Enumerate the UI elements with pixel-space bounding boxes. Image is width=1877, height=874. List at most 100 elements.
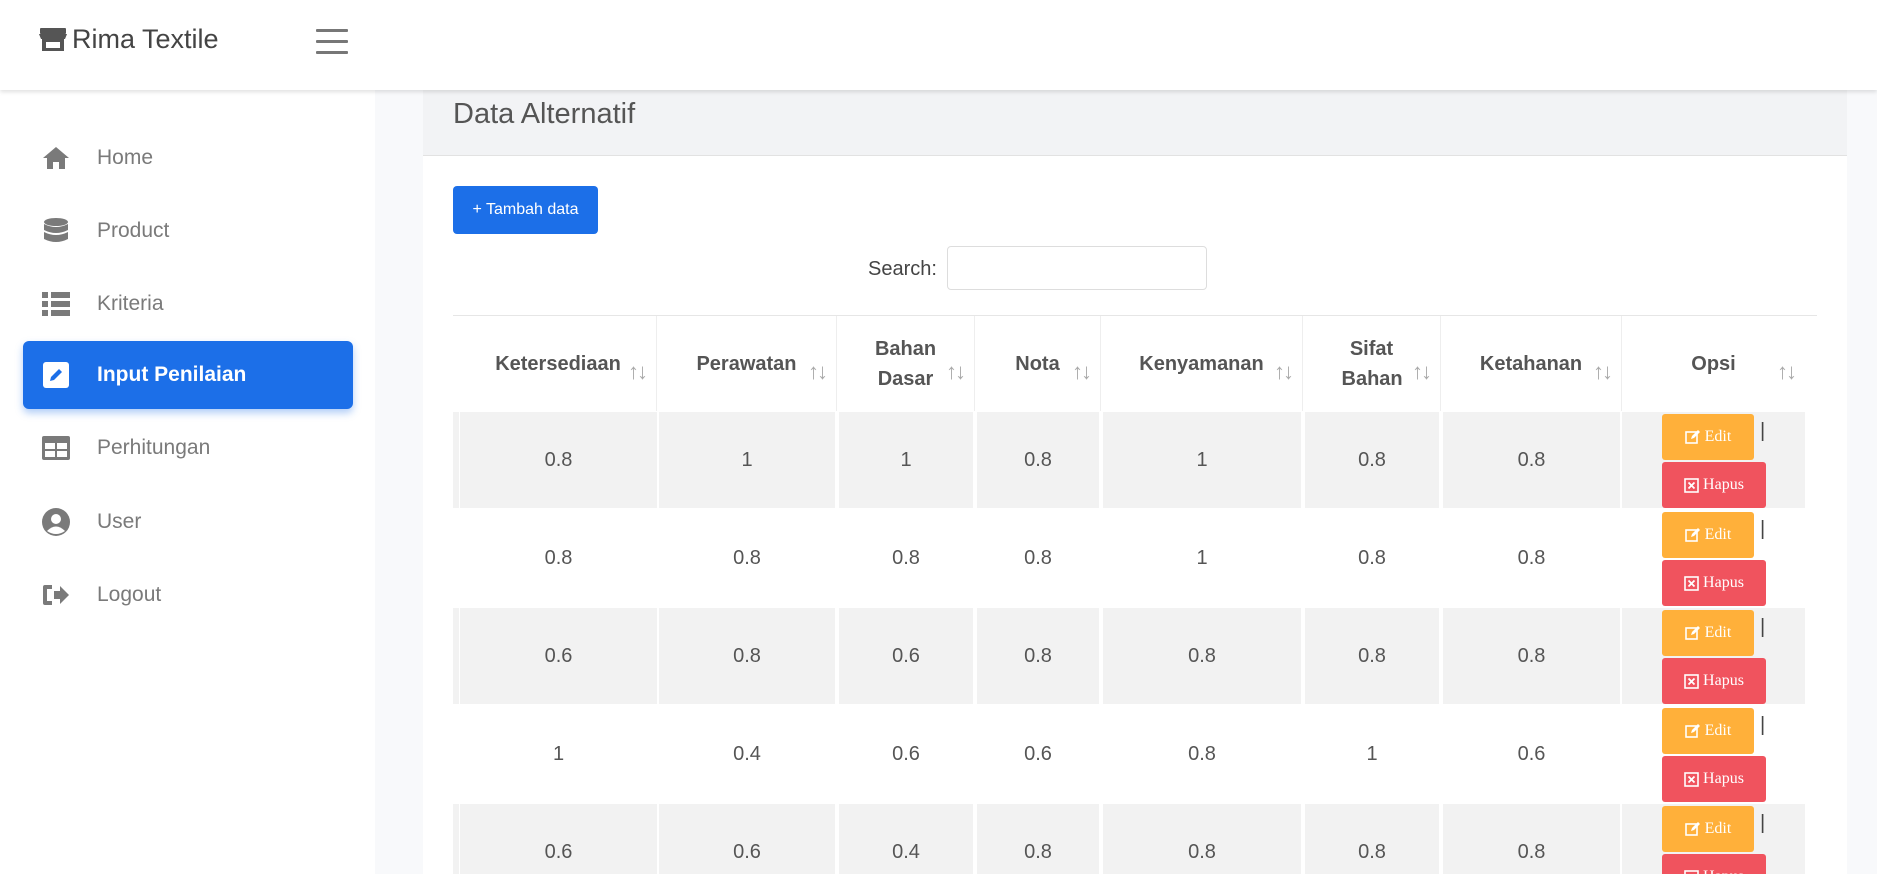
hapus-label: Hapus bbox=[1703, 476, 1744, 493]
edit-icon bbox=[1684, 724, 1700, 738]
separator: | bbox=[1760, 714, 1766, 736]
opsi-cell: Edit | Hapus bbox=[1622, 412, 1805, 508]
sidebar-item-label: Input Penilaian bbox=[97, 363, 247, 386]
edit-button[interactable]: Edit bbox=[1662, 414, 1754, 460]
table-cell: 0.8 bbox=[1305, 412, 1439, 508]
close-square-icon bbox=[1684, 869, 1699, 874]
column-header-ketahanan[interactable]: Ketahanan ↑↓ bbox=[1441, 316, 1622, 411]
hapus-label: Hapus bbox=[1703, 770, 1744, 787]
sidebar-item-product[interactable]: Product bbox=[23, 197, 353, 265]
sidebar-item-label: Logout bbox=[97, 583, 162, 606]
column-label: Ketahanan bbox=[1479, 352, 1583, 375]
sidebar-item-label: User bbox=[97, 510, 142, 533]
table-cell: 0.8 bbox=[1443, 804, 1620, 874]
table-cell: 0.8 bbox=[460, 412, 657, 508]
edit-button[interactable]: Edit bbox=[1662, 708, 1754, 754]
edit-button[interactable]: Edit bbox=[1662, 610, 1754, 656]
table-cell: 0.8 bbox=[1358, 546, 1386, 569]
store-icon bbox=[39, 27, 67, 51]
table-cell: 0.8 bbox=[977, 412, 1099, 508]
delete-button[interactable]: Hapus bbox=[1662, 756, 1766, 802]
hapus-label: Hapus bbox=[1703, 672, 1744, 689]
row-edge bbox=[453, 608, 459, 704]
hapus-label: Hapus bbox=[1703, 574, 1744, 591]
row-edge bbox=[453, 706, 459, 802]
sidebar-item-kriteria[interactable]: Kriteria bbox=[23, 270, 353, 338]
brand[interactable]: Rima Textile bbox=[38, 24, 219, 55]
table-cell: 1 bbox=[552, 742, 565, 765]
separator: | bbox=[1760, 420, 1766, 442]
edit-square-icon bbox=[41, 360, 71, 390]
user-circle-icon bbox=[41, 507, 71, 537]
row-edge bbox=[453, 804, 459, 874]
delete-button[interactable]: Hapus bbox=[1662, 462, 1766, 508]
column-label: Bahan Dasar bbox=[874, 337, 937, 390]
edit-button[interactable]: Edit bbox=[1662, 806, 1754, 852]
top-bar: Rima Textile bbox=[0, 0, 1877, 90]
table-cell: 1 bbox=[659, 412, 835, 508]
delete-button[interactable]: Hapus bbox=[1662, 560, 1766, 606]
table-cell: 0.4 bbox=[733, 742, 761, 765]
menu-toggle-icon[interactable] bbox=[316, 29, 348, 55]
sort-icon: ↑↓ bbox=[628, 359, 648, 384]
edit-label: Edit bbox=[1704, 722, 1732, 739]
table-cell: 0.8 bbox=[659, 608, 835, 704]
database-icon bbox=[41, 216, 71, 246]
sidebar-item-perhitungan[interactable]: Perhitungan bbox=[23, 414, 353, 482]
column-header-kenyamanan[interactable]: Kenyamanan ↑↓ bbox=[1101, 316, 1303, 411]
edit-button[interactable]: Edit bbox=[1662, 512, 1754, 558]
column-header-perawatan[interactable]: Perawatan ↑↓ bbox=[657, 316, 837, 411]
table-cell: 0.6 bbox=[659, 804, 835, 874]
sidebar-item-user[interactable]: User bbox=[23, 488, 353, 556]
opsi-cell: Edit | Hapus bbox=[1622, 608, 1805, 704]
sidebar-item-logout[interactable]: Logout bbox=[23, 561, 353, 629]
search-input[interactable] bbox=[947, 246, 1207, 290]
column-header-opsi[interactable]: Opsi ↑↓ bbox=[1622, 316, 1805, 411]
table-icon bbox=[41, 433, 71, 463]
row-edge bbox=[453, 510, 459, 606]
card-header: Data Alternatif bbox=[423, 90, 1847, 156]
column-header-ketersediaan[interactable]: Ketersediaan ↑↓ bbox=[460, 316, 657, 411]
edit-label: Edit bbox=[1704, 526, 1732, 543]
table-row: 0.60.60.40.80.80.80.8Edit|Hapus bbox=[453, 804, 1817, 874]
sidebar-item-input-penilaian[interactable]: Input Penilaian bbox=[23, 341, 353, 409]
close-square-icon bbox=[1684, 771, 1699, 787]
add-data-button[interactable]: + Tambah data bbox=[453, 186, 598, 234]
table-cell: 0.8 bbox=[1024, 546, 1052, 569]
table-row: 0.8 0.8 0.8 0.8 1 0.8 0.8 Edit | Hapus bbox=[453, 510, 1817, 608]
sort-icon: ↑↓ bbox=[1593, 359, 1613, 384]
table-cell: 0.6 bbox=[1517, 742, 1546, 765]
delete-button[interactable]: Hapus bbox=[1662, 854, 1766, 874]
sort-icon: ↑↓ bbox=[808, 359, 828, 384]
table-cell: 0.8 bbox=[1103, 804, 1301, 874]
column-header-nota[interactable]: Nota ↑↓ bbox=[975, 316, 1101, 411]
sidebar-item-home[interactable]: Home bbox=[23, 124, 353, 192]
separator: | bbox=[1760, 518, 1766, 540]
sort-icon: ↑↓ bbox=[1412, 359, 1432, 384]
opsi-cell: Edit | Hapus bbox=[1622, 706, 1805, 802]
table-cell: 0.8 bbox=[1517, 546, 1546, 569]
hapus-label: Hapus bbox=[1703, 868, 1744, 874]
table-cell: 0.8 bbox=[892, 546, 920, 569]
sort-icon: ↑↓ bbox=[1777, 359, 1797, 384]
close-square-icon bbox=[1684, 673, 1699, 689]
separator: | bbox=[1760, 812, 1766, 834]
column-label: Ketersediaan bbox=[495, 352, 621, 375]
table-cell: 1 bbox=[1103, 412, 1301, 508]
sort-icon: ↑↓ bbox=[946, 359, 966, 384]
sort-icon: ↑↓ bbox=[1274, 359, 1294, 384]
table-cell: 0.8 bbox=[1103, 608, 1301, 704]
column-header-bahan-dasar[interactable]: Bahan Dasar ↑↓ bbox=[837, 316, 975, 411]
sort-icon: ↑↓ bbox=[1072, 359, 1092, 384]
home-icon bbox=[41, 143, 71, 173]
sidebar-item-label: Product bbox=[97, 219, 170, 242]
delete-button[interactable]: Hapus bbox=[1662, 658, 1766, 704]
edit-label: Edit bbox=[1704, 428, 1732, 445]
row-edge bbox=[453, 412, 459, 508]
column-header-sifat-bahan[interactable]: Sifat Bahan ↑↓ bbox=[1303, 316, 1441, 411]
opsi-cell: Edit | Hapus bbox=[1622, 804, 1805, 874]
table-cell: 1 bbox=[1196, 546, 1208, 569]
column-label: Kenyamanan bbox=[1139, 352, 1264, 375]
edit-icon bbox=[1684, 626, 1700, 640]
table-cell: 0.8 bbox=[1188, 742, 1216, 765]
